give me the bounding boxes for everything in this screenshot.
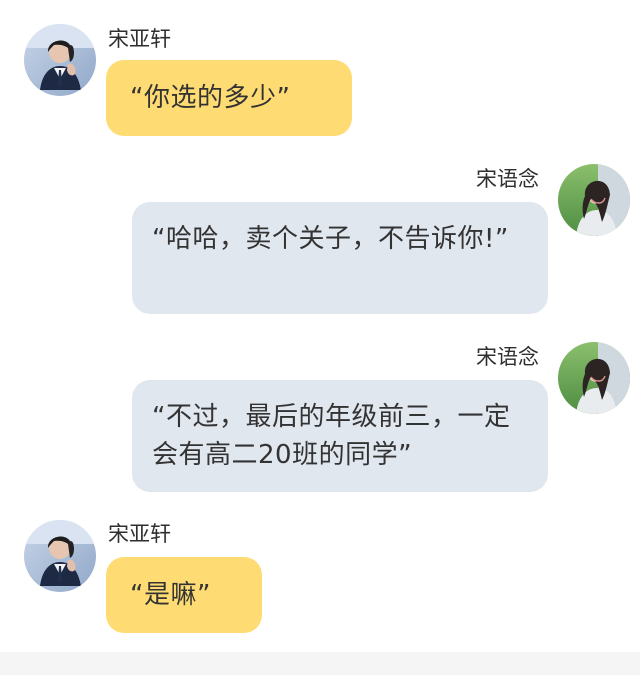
avatar-song-yaxuan[interactable]	[24, 520, 96, 592]
bottom-bar	[0, 652, 640, 675]
message-text: “是嘛”	[130, 580, 211, 610]
message-bubble: “是嘛”	[106, 557, 262, 633]
sender-name: 宋亚轩	[108, 522, 171, 546]
message-left-2: 宋亚轩 “是嘛”	[0, 0, 640, 650]
chat-thread: 宋亚轩 “你选的多少” 宋语念 “哈哈，卖个关子，不告诉你!” 宋语念 “不过，…	[0, 0, 640, 675]
